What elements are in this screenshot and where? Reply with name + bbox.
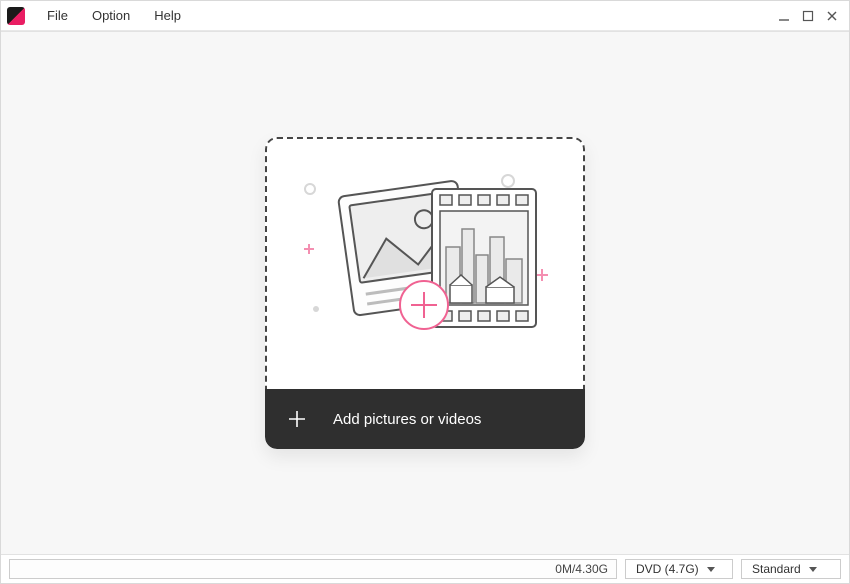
capacity-bar: 0M/4.30G — [9, 559, 617, 579]
quality-value: Standard — [752, 562, 801, 576]
disc-type-select[interactable]: DVD (4.7G) — [625, 559, 733, 579]
menu-option[interactable]: Option — [80, 4, 142, 27]
quality-select[interactable]: Standard — [741, 559, 841, 579]
menu-file[interactable]: File — [35, 4, 80, 27]
close-button[interactable] — [821, 5, 843, 27]
menu-help[interactable]: Help — [142, 4, 193, 27]
capacity-text: 0M/4.30G — [555, 562, 608, 576]
media-illustration-icon — [280, 159, 570, 369]
drop-card: Add pictures or videos — [265, 137, 585, 449]
chevron-down-icon — [809, 567, 817, 572]
maximize-icon — [802, 10, 814, 22]
add-media-label: Add pictures or videos — [333, 411, 481, 428]
app-icon — [7, 7, 25, 25]
drop-zone[interactable] — [265, 137, 585, 389]
maximize-button[interactable] — [797, 5, 819, 27]
bottom-bar: 0M/4.30G DVD (4.7G) Standard — [1, 555, 849, 583]
disc-type-value: DVD (4.7G) — [636, 562, 699, 576]
main-area: Add pictures or videos — [1, 31, 849, 555]
menu-bar: File Option Help — [1, 1, 849, 31]
minimize-button[interactable] — [773, 5, 795, 27]
add-media-button[interactable]: Add pictures or videos — [265, 389, 585, 449]
plus-icon — [287, 409, 307, 429]
close-icon — [826, 10, 838, 22]
chevron-down-icon — [707, 567, 715, 572]
minimize-icon — [778, 10, 790, 22]
